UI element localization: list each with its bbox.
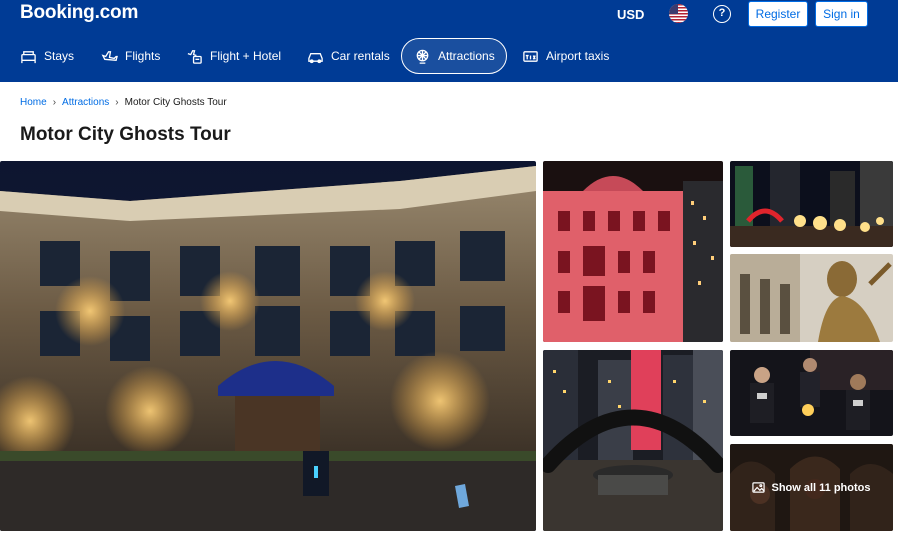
chevron-right-icon: › <box>52 97 57 108</box>
breadcrumb-current: Motor City Ghosts Tour <box>124 97 227 108</box>
gallery-photo[interactable] <box>730 254 893 342</box>
image-icon <box>752 482 766 493</box>
question-mark-icon[interactable]: ? <box>713 5 731 23</box>
nav-item-attractions[interactable]: Attractions <box>401 38 507 74</box>
ferris-wheel-icon <box>416 49 429 64</box>
nav-label: Airport taxis <box>546 49 610 63</box>
sign-in-button[interactable]: Sign in <box>815 1 868 27</box>
nav-item-flights[interactable]: Flights <box>89 38 172 74</box>
show-all-label: Show all 11 photos <box>771 481 871 494</box>
show-all-overlay: Show all 11 photos <box>730 444 893 531</box>
gallery-photo[interactable] <box>730 350 893 436</box>
main-nav: Stays Flights Flight + Hotel Car rentals <box>0 38 898 74</box>
nav-item-airport-taxis[interactable]: Airport taxis <box>510 38 621 74</box>
car-icon <box>308 52 323 63</box>
nav-item-car-rentals[interactable]: Car rentals <box>295 38 402 74</box>
nav-label: Flight + Hotel <box>210 49 282 63</box>
main-photo[interactable] <box>0 161 536 531</box>
nav-label: Stays <box>44 49 75 63</box>
nav-label: Attractions <box>438 49 495 63</box>
chevron-right-icon: › <box>115 97 119 108</box>
gallery-photo[interactable] <box>543 350 723 531</box>
gallery-photo[interactable] <box>543 161 723 342</box>
nav-label: Flights <box>125 49 161 63</box>
nav-item-stays[interactable]: Stays <box>8 38 86 74</box>
register-button[interactable]: Register <box>748 1 808 27</box>
airplane-icon <box>101 50 118 61</box>
currency-selector[interactable]: USD <box>617 7 644 22</box>
gallery-photo[interactable] <box>730 161 893 247</box>
airplane-hotel-icon <box>187 49 202 64</box>
nav-label: Car rentals <box>331 49 390 63</box>
us-flag-icon[interactable] <box>669 4 688 23</box>
taxi-icon <box>523 50 538 62</box>
breadcrumb-home[interactable]: Home <box>20 97 47 108</box>
nav-item-flight-hotel[interactable]: Flight + Hotel <box>174 38 293 74</box>
page-title: Motor City Ghosts Tour <box>20 124 231 145</box>
breadcrumb-attractions[interactable]: Attractions <box>62 97 109 108</box>
booking-logo[interactable]: Booking.com <box>20 2 138 24</box>
bed-icon <box>21 50 36 63</box>
breadcrumb: Home › Attractions › Motor City Ghosts T… <box>20 97 227 108</box>
top-header: Booking.com USD ? Register Sign in Stays <box>0 0 898 82</box>
show-all-photos-button[interactable]: Show all 11 photos <box>730 444 893 531</box>
